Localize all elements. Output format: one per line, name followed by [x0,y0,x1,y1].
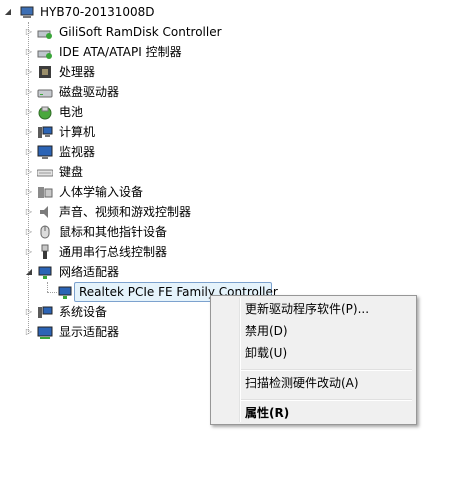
menu-item-scan-hardware[interactable]: 扫描检测硬件改动(A) [213,372,414,394]
network-adapter-icon [57,284,73,300]
display-adapter-icon [37,324,53,340]
expand-arrow-icon[interactable]: ▷ [25,228,33,236]
tree-item-label: 声音、视频和游戏控制器 [59,205,192,219]
expand-arrow-icon[interactable]: ▷ [25,168,33,176]
menu-separator [241,399,412,401]
expand-arrow-icon[interactable]: ▷ [25,148,33,156]
collapse-arrow-icon[interactable]: ◢ [25,268,33,276]
expand-arrow-icon[interactable]: ▷ [25,248,33,256]
monitor-icon [37,144,53,160]
computer-icon [19,4,35,20]
tree-item-label: 处理器 [59,65,96,79]
menu-item-update-driver[interactable]: 更新驱动程序软件(P)... [213,298,414,320]
expand-arrow-icon[interactable]: ▷ [25,108,33,116]
tree-item-label: 人体学输入设备 [59,185,144,199]
system-devices-icon [37,304,53,320]
tree-item-disk-drive[interactable]: ▷ 磁盘驱动器 [0,82,464,102]
menu-item-label: 更新驱动程序软件(P)... [245,302,370,316]
tree-item-usb[interactable]: ▷ 通用串行总线控制器 [0,242,464,262]
tree-item-label: 监视器 [59,145,96,159]
expand-arrow-icon[interactable]: ▷ [25,128,33,136]
hid-icon [37,184,53,200]
tree-item-label: 磁盘驱动器 [59,85,120,99]
expand-arrow-icon[interactable]: ▷ [25,188,33,196]
mouse-icon [37,224,53,240]
expand-arrow-icon[interactable]: ▷ [25,68,33,76]
expand-arrow-icon[interactable]: ▷ [25,208,33,216]
battery-icon [37,104,53,120]
tree-item-label: 网络适配器 [59,265,120,279]
expand-arrow-icon[interactable]: ▷ [25,28,33,36]
tree-item-monitor[interactable]: ▷ 监视器 [0,142,464,162]
menu-item-label: 扫描检测硬件改动(A) [245,376,359,390]
tree-item-label: 电池 [59,105,84,119]
context-menu: 更新驱动程序软件(P)... 禁用(D) 卸载(U) 扫描检测硬件改动(A) 属… [210,295,417,425]
tree-item-label: 通用串行总线控制器 [59,245,168,259]
tree-root-label: HYB70-20131008D [40,5,155,19]
computer-icon [37,124,53,140]
menu-item-label: 卸载(U) [245,346,288,360]
menu-separator [241,369,412,371]
expand-arrow-icon[interactable]: ▷ [25,88,33,96]
disk-controller-icon [37,24,53,40]
expand-arrow-icon[interactable]: ▷ [25,308,33,316]
tree-item-network[interactable]: ◢ 网络适配器 [0,262,464,282]
tree-item-label: 显示适配器 [59,325,120,339]
tree-item-gilisoft[interactable]: ▷ GiliSoft RamDisk Controller [0,22,464,42]
tree-item-battery[interactable]: ▷ 电池 [0,102,464,122]
menu-item-properties[interactable]: 属性(R) [213,402,414,424]
ide-controller-icon [37,44,53,60]
menu-item-uninstall[interactable]: 卸载(U) [213,342,414,364]
tree-item-processor[interactable]: ▷ 处理器 [0,62,464,82]
tree-root[interactable]: ◢ HYB70-20131008D [0,2,464,22]
processor-icon [37,64,53,80]
collapse-arrow-icon[interactable]: ◢ [4,8,12,16]
usb-icon [37,244,53,260]
tree-item-keyboard[interactable]: ▷ 键盘 [0,162,464,182]
menu-item-label: 属性(R) [245,406,290,420]
keyboard-icon [36,164,54,180]
speaker-icon [37,204,53,220]
tree-item-computer[interactable]: ▷ 计算机 [0,122,464,142]
tree-item-label: 计算机 [59,125,96,139]
tree-item-label: 系统设备 [59,305,108,319]
tree-item-label: 鼠标和其他指针设备 [59,225,168,239]
tree-item-label: GiliSoft RamDisk Controller [59,25,222,39]
menu-item-label: 禁用(D) [245,324,288,338]
tree-item-mouse[interactable]: ▷ 鼠标和其他指针设备 [0,222,464,242]
tree-item-label: 键盘 [59,165,84,179]
network-icon [37,264,53,280]
disk-drive-icon [37,84,53,100]
tree-item-hid[interactable]: ▷ 人体学输入设备 [0,182,464,202]
tree-item-ide[interactable]: ▷ IDE ATA/ATAPI 控制器 [0,42,464,62]
expand-arrow-icon[interactable]: ▷ [25,48,33,56]
expand-arrow-icon[interactable]: ▷ [25,328,33,336]
tree-item-label: IDE ATA/ATAPI 控制器 [59,45,182,59]
menu-item-disable[interactable]: 禁用(D) [213,320,414,342]
tree-item-sound[interactable]: ▷ 声音、视频和游戏控制器 [0,202,464,222]
